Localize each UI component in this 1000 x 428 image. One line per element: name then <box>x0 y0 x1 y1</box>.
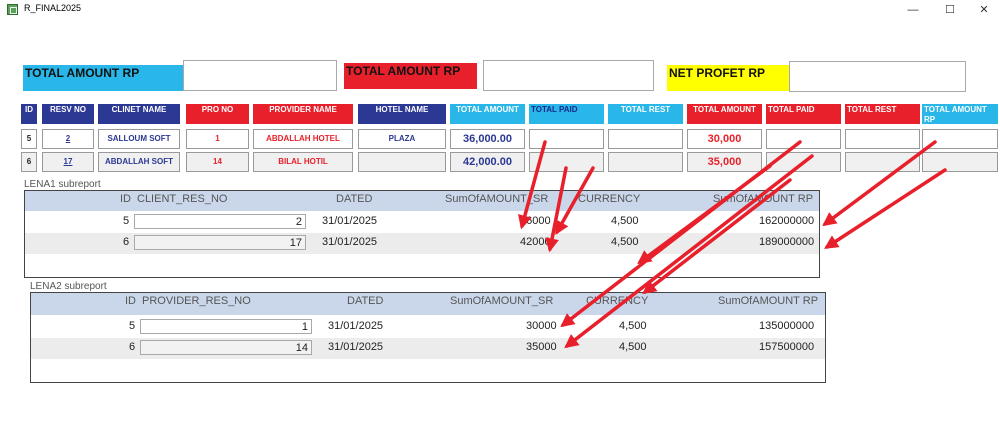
lena2-cell-amount-rp: 157500000 <box>759 341 815 353</box>
lena1-header: ID CLIENT_RES_NO DATED SumOfAMOUNT_SR CU… <box>25 191 819 211</box>
lena2-col-amount-rp: SumOfAMOUNT RP <box>718 295 819 307</box>
header-client-name: CLINET NAME <box>98 104 180 124</box>
lena2-col-amount-sr: SumOfAMOUNT_SR <box>450 295 554 307</box>
client-total-label: TOTAL AMOUNT RP <box>23 65 183 91</box>
header-provider-total-rest: TOTAL REST <box>845 104 920 124</box>
cell-total-amount[interactable]: 36,000.00 <box>450 129 525 149</box>
cell-provider-name[interactable]: ABDALLAH HOTEL <box>253 129 353 149</box>
cell-client-name[interactable]: ABDALLAH SOFT <box>98 152 180 172</box>
cell-total-paid[interactable] <box>529 129 604 149</box>
lena2-res-no-field[interactable]: 1 <box>140 319 312 334</box>
provider-total-field[interactable] <box>483 60 654 91</box>
lena1-cell-dated: 31/01/2025 <box>322 215 378 227</box>
cell-pro-no[interactable]: 14 <box>186 152 249 172</box>
header-provider-name: PROVIDER NAME <box>253 104 353 124</box>
header-total-amount-rp: TOTAL AMOUNT RP <box>922 104 998 124</box>
lena1-cell-dated: 31/01/2025 <box>322 236 378 248</box>
header-provider-total-paid: TOTAL PAID <box>766 104 841 124</box>
lena2-col-dated: DATED <box>347 295 384 307</box>
net-profit-field[interactable] <box>789 61 966 92</box>
lena2-cell-id: 5 <box>129 320 136 332</box>
lena1-row: 5 2 31/01/2025 36000 4,500 162000000 <box>25 212 819 233</box>
header-total-rest: TOTAL REST <box>608 104 683 124</box>
cell-provider-name[interactable]: BILAL HOTIL <box>253 152 353 172</box>
lena2-cell-currency: 4,500 <box>619 341 647 353</box>
cell-hotel-name[interactable]: PLAZA <box>358 129 446 149</box>
header-resv-no: RESV NO <box>42 104 94 124</box>
title-bar: R_FINAL2025 — ☐ ✕ <box>0 0 1000 20</box>
app-icon <box>7 4 18 15</box>
lena2-row: 6 14 31/01/2025 35000 4,500 157500000 <box>31 338 825 359</box>
cell-id[interactable]: 5 <box>21 129 37 149</box>
lena2-col-id: ID <box>125 295 136 307</box>
cell-resv-no[interactable]: 2 <box>42 129 94 149</box>
header-hotel-name: HOTEL NAME <box>358 104 446 124</box>
lena1-cell-currency: 4,500 <box>611 236 639 248</box>
lena1-cell-amount-sr: 42000 <box>520 236 551 248</box>
lena1-cell-currency: 4,500 <box>611 215 639 227</box>
cell-resv-no[interactable]: 17 <box>42 152 94 172</box>
lena2-subreport: ID PROVIDER_RES_NO DATED SumOfAMOUNT_SR … <box>30 292 826 383</box>
lena2-cell-id: 6 <box>129 341 136 353</box>
lena2-cell-currency: 4,500 <box>619 320 647 332</box>
cell-provider-total-rest[interactable] <box>845 152 920 172</box>
lena2-res-no-field[interactable]: 14 <box>140 340 312 355</box>
cell-id[interactable]: 6 <box>21 152 37 172</box>
lena1-caption: LENA1 subreport <box>24 179 101 190</box>
window-title: R_FINAL2025 <box>24 3 82 13</box>
cell-provider-total-rest[interactable] <box>845 129 920 149</box>
lena1-subreport: ID CLIENT_RES_NO DATED SumOfAMOUNT_SR CU… <box>24 190 820 278</box>
header-pro-no: PRO NO <box>186 104 249 124</box>
lena2-cell-amount-rp: 135000000 <box>759 320 815 332</box>
lena2-col-res-no: PROVIDER_RES_NO <box>142 295 251 307</box>
header-provider-total-amount: TOTAL AMOUNT <box>687 104 762 124</box>
header-id: ID <box>21 104 37 124</box>
client-total-field[interactable] <box>183 60 337 91</box>
lena2-caption: LENA2 subreport <box>30 281 107 292</box>
lena2-cell-dated: 31/01/2025 <box>328 341 384 353</box>
lena1-col-res-no: CLIENT_RES_NO <box>137 193 228 205</box>
lena1-col-dated: DATED <box>336 193 373 205</box>
provider-total-label: TOTAL AMOUNT RP <box>344 63 477 89</box>
header-total-amount: TOTAL AMOUNT <box>450 104 525 124</box>
header-total-paid: TOTAL PAID <box>529 104 604 124</box>
cell-hotel-name[interactable] <box>358 152 446 172</box>
maximize-button[interactable]: ☐ <box>932 0 968 20</box>
lena2-header: ID PROVIDER_RES_NO DATED SumOfAMOUNT_SR … <box>31 293 825 315</box>
lena1-cell-amount-rp: 162000000 <box>759 215 815 227</box>
lena1-res-no-field[interactable]: 2 <box>134 214 306 229</box>
cell-provider-total-amount[interactable]: 35,000 <box>687 152 762 172</box>
lena1-cell-amount-sr: 36000 <box>520 215 551 227</box>
lena1-res-no-field[interactable]: 17 <box>134 235 306 250</box>
lena1-cell-id: 6 <box>123 236 130 248</box>
cell-provider-total-paid[interactable] <box>766 129 841 149</box>
cell-provider-total-paid[interactable] <box>766 152 841 172</box>
cell-pro-no[interactable]: 1 <box>186 129 249 149</box>
lena1-cell-id: 5 <box>123 215 130 227</box>
lena1-row: 6 17 31/01/2025 42000 4,500 189000000 <box>25 233 819 254</box>
cell-total-paid[interactable] <box>529 152 604 172</box>
cell-total-rest[interactable] <box>608 129 683 149</box>
lena1-col-amount-rp: SumOfAMOUNT RP <box>713 193 814 205</box>
lena1-col-currency: CURRENCY <box>578 193 641 205</box>
close-button[interactable]: ✕ <box>966 0 1000 20</box>
annotation-arrow <box>824 168 947 249</box>
cell-total-amount-rp[interactable] <box>922 129 998 149</box>
lena1-cell-amount-rp: 189000000 <box>759 236 815 248</box>
cell-total-amount[interactable]: 42,000.00 <box>450 152 525 172</box>
lena1-col-id: ID <box>120 193 131 205</box>
lena1-col-amount-sr: SumOfAMOUNT_SR <box>445 193 549 205</box>
lena2-row: 5 1 31/01/2025 30000 4,500 135000000 <box>31 317 825 338</box>
cell-client-name[interactable]: SALLOUM SOFT <box>98 129 180 149</box>
cell-total-rest[interactable] <box>608 152 683 172</box>
lena2-cell-amount-sr: 35000 <box>526 341 557 353</box>
net-profit-label: NET PROFET RP <box>667 65 789 91</box>
minimize-button[interactable]: — <box>895 0 931 20</box>
lena2-cell-amount-sr: 30000 <box>526 320 557 332</box>
lena2-col-currency: CURRENCY <box>586 295 649 307</box>
cell-provider-total-amount[interactable]: 30,000 <box>687 129 762 149</box>
lena2-cell-dated: 31/01/2025 <box>328 320 384 332</box>
cell-total-amount-rp[interactable] <box>922 152 998 172</box>
